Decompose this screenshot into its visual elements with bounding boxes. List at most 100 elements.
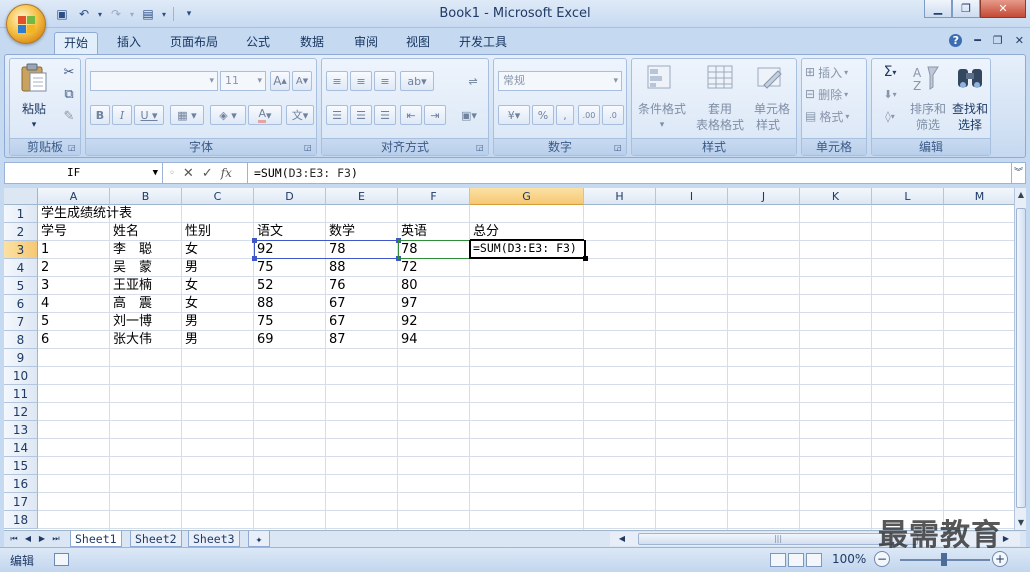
tab-review[interactable]: 审阅 xyxy=(344,32,388,54)
sort-filter-label-2[interactable]: 筛选 xyxy=(906,117,950,133)
align-right-icon[interactable]: ☰ xyxy=(374,105,396,125)
worksheet-grid[interactable]: A B C D E F G H I J K L M 1 2 3 4 5 6 7 … xyxy=(4,188,1016,530)
cell-c4[interactable]: 男 xyxy=(183,259,198,277)
cell-b6[interactable]: 高 震 xyxy=(111,295,152,313)
cell-c7[interactable]: 男 xyxy=(183,313,198,331)
paste-icon[interactable] xyxy=(18,63,50,93)
office-button[interactable] xyxy=(6,4,46,44)
cell-d4[interactable]: 75 xyxy=(255,259,274,277)
zoom-slider-thumb[interactable] xyxy=(941,553,947,566)
tab-view[interactable]: 视图 xyxy=(396,32,440,54)
scroll-down-icon[interactable]: ▼ xyxy=(1015,516,1027,530)
clear-icon[interactable]: ◊ ▾ xyxy=(876,107,904,125)
align-top-icon[interactable]: ≡ xyxy=(326,71,348,91)
expand-formula-icon[interactable]: ︾ xyxy=(1011,163,1025,183)
wrap-text-icon[interactable]: ⇌ xyxy=(462,71,484,91)
column-header-l[interactable]: L xyxy=(872,188,944,205)
minimize-ribbon-icon[interactable]: ━ xyxy=(974,34,981,47)
accounting-format-icon[interactable]: ¥▾ xyxy=(498,105,530,125)
tab-page-layout[interactable]: 页面布局 xyxy=(162,32,226,54)
phonetic-icon[interactable]: 文▾ xyxy=(286,105,314,125)
format-table-label-1[interactable]: 套用 xyxy=(692,101,748,117)
conditional-format-label[interactable]: 条件格式 xyxy=(632,101,692,117)
orientation-icon[interactable]: ab▾ xyxy=(400,71,434,91)
paste-dropdown-icon[interactable]: ▾ xyxy=(28,117,40,133)
delete-cells-button[interactable]: ⊟ 删除 ▾ xyxy=(804,85,866,103)
horizontal-scroll-thumb[interactable]: ||| xyxy=(638,533,918,545)
sheet-tab-1[interactable]: Sheet1 xyxy=(70,531,122,547)
cancel-icon[interactable]: ✕ xyxy=(183,166,194,181)
formula-menu-icon[interactable]: ◦ xyxy=(169,168,175,179)
cell-b2[interactable]: 姓名 xyxy=(111,223,139,241)
row-header-11[interactable]: 11 xyxy=(4,385,38,403)
column-header-h[interactable]: H xyxy=(584,188,656,205)
column-header-b[interactable]: B xyxy=(110,188,182,205)
clipboard-launcher-icon[interactable]: ◲ xyxy=(68,143,78,153)
percent-icon[interactable]: % xyxy=(532,105,554,125)
cell-d8[interactable]: 69 xyxy=(255,331,274,349)
cell-f7[interactable]: 92 xyxy=(399,313,418,331)
merge-center-icon[interactable]: ▣▾ xyxy=(454,105,484,125)
align-middle-icon[interactable]: ≡ xyxy=(350,71,372,91)
font-color-icon[interactable]: A ▾ xyxy=(248,105,282,125)
column-header-e[interactable]: E xyxy=(326,188,398,205)
sort-filter-label-1[interactable]: 排序和 xyxy=(906,101,950,117)
cell-b4[interactable]: 吴 蒙 xyxy=(111,259,152,277)
zoom-level[interactable]: 100% xyxy=(832,552,866,566)
first-sheet-icon[interactable]: ⏮ xyxy=(8,532,20,546)
insert-sheet-icon[interactable]: ✦ xyxy=(248,531,270,547)
column-header-j[interactable]: J xyxy=(728,188,800,205)
page-break-view-icon[interactable] xyxy=(806,553,822,567)
conditional-dropdown-icon[interactable]: ▾ xyxy=(656,117,668,133)
row-header-13[interactable]: 13 xyxy=(4,421,38,439)
column-header-c[interactable]: C xyxy=(182,188,254,205)
tab-data[interactable]: 数据 xyxy=(290,32,334,54)
cell-a3[interactable]: 1 xyxy=(39,241,49,259)
cell-e5[interactable]: 76 xyxy=(327,277,346,295)
next-sheet-icon[interactable]: ▶ xyxy=(36,532,48,546)
row-header-2[interactable]: 2 xyxy=(4,223,38,241)
select-all-corner[interactable] xyxy=(4,188,38,205)
column-header-a[interactable]: A xyxy=(38,188,110,205)
cell-styles-label-1[interactable]: 单元格 xyxy=(748,101,796,117)
insert-cells-button[interactable]: ⊞ 插入 ▾ xyxy=(804,63,866,81)
increase-font-icon[interactable]: A ▲ xyxy=(270,71,290,91)
sheet-tab-3[interactable]: Sheet3 xyxy=(188,531,240,547)
cell-e2[interactable]: 数学 xyxy=(327,223,355,241)
cell-a4[interactable]: 2 xyxy=(39,259,49,277)
normal-view-icon[interactable] xyxy=(770,553,786,567)
cell-e8[interactable]: 87 xyxy=(327,331,346,349)
align-left-icon[interactable]: ☰ xyxy=(326,105,348,125)
row-header-18[interactable]: 18 xyxy=(4,511,38,529)
row-header-6[interactable]: 6 xyxy=(4,295,38,313)
cell-d2[interactable]: 语文 xyxy=(255,223,283,241)
tab-home[interactable]: 开始 xyxy=(54,32,98,54)
sort-filter-icon[interactable]: A Z xyxy=(910,63,942,93)
cell-f6[interactable]: 97 xyxy=(399,295,418,313)
row-header-10[interactable]: 10 xyxy=(4,367,38,385)
cell-b7[interactable]: 刘一博 xyxy=(111,313,152,331)
cell-f5[interactable]: 80 xyxy=(399,277,418,295)
row-header-7[interactable]: 7 xyxy=(4,313,38,331)
paste-label[interactable]: 粘贴 xyxy=(16,101,52,117)
font-launcher-icon[interactable]: ◲ xyxy=(304,143,314,153)
cell-a2[interactable]: 学号 xyxy=(39,223,67,241)
cell-a1[interactable]: 学生成绩统计表 xyxy=(39,205,132,223)
row-header-4[interactable]: 4 xyxy=(4,259,38,277)
cell-b3[interactable]: 李 聪 xyxy=(111,241,152,259)
row-header-14[interactable]: 14 xyxy=(4,439,38,457)
cell-e7[interactable]: 67 xyxy=(327,313,346,331)
cell-d7[interactable]: 75 xyxy=(255,313,274,331)
cell-a8[interactable]: 6 xyxy=(39,331,49,349)
borders-icon[interactable]: ▦ ▾ xyxy=(170,105,204,125)
row-header-17[interactable]: 17 xyxy=(4,493,38,511)
find-select-label-1[interactable]: 查找和 xyxy=(948,101,992,117)
row-header-12[interactable]: 12 xyxy=(4,403,38,421)
scroll-left-icon[interactable]: ◀ xyxy=(616,532,628,546)
increase-indent-icon[interactable]: ⇥ xyxy=(424,105,446,125)
cell-f4[interactable]: 72 xyxy=(399,259,418,277)
underline-icon[interactable]: U ▾ xyxy=(134,105,164,125)
page-layout-view-icon[interactable] xyxy=(788,553,804,567)
cell-a6[interactable]: 4 xyxy=(39,295,49,313)
range-handle[interactable] xyxy=(252,256,257,261)
